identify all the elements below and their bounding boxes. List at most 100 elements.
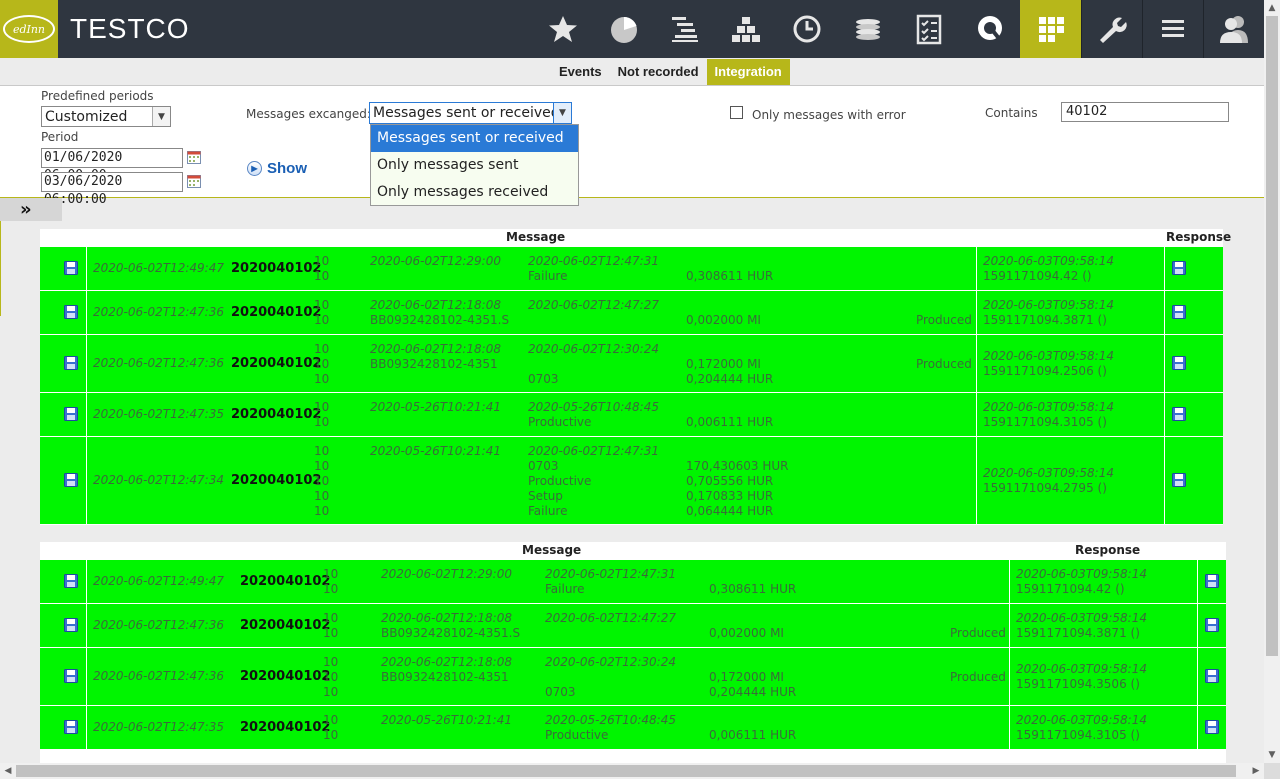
start-date: 2020-06-02T12:18:08 [370,342,501,356]
end-date: 2020-06-02T12:47:31 [545,567,676,581]
grid-icon[interactable] [1020,0,1081,58]
logo[interactable]: edInn [0,0,58,58]
scroll-up-icon[interactable]: ▲ [1264,0,1280,16]
dropdown-option[interactable]: Messages sent or received [371,125,578,152]
save-icon[interactable] [64,720,78,734]
tab-events[interactable]: Events [551,59,610,85]
timestamp: 2020-06-02T12:47:35 [93,720,224,734]
calendar-icon[interactable] [187,174,201,188]
table-row[interactable]: 2020-06-02T12:49:47 2020040102 10 10 2020-06… [40,559,1226,603]
coins-icon[interactable] [837,0,898,58]
date-from-input[interactable]: 01/06/2020 06:00:00 [41,148,183,183]
predefined-periods-select[interactable]: Customized ▼ [41,106,171,127]
save-icon[interactable] [1205,574,1219,588]
table-row[interactable]: 2020-06-02T12:49:47 2020040102 10 10 2020-06… [40,246,1223,290]
stack-icon[interactable] [715,0,776,58]
table-row[interactable]: 2020-06-02T12:47:35 2020040102 10 10 2020-05… [40,705,1226,749]
start-date: 2020-06-02T12:18:08 [381,611,512,625]
save-icon[interactable] [64,356,78,370]
quantity: 10 [314,415,330,429]
save-icon[interactable] [64,574,78,588]
pie-chart-icon[interactable] [593,0,654,58]
save-icon[interactable] [1172,407,1186,421]
checklist-icon[interactable] [898,0,959,58]
quantity: 10 [323,685,339,699]
predefined-periods-value: Customized [45,108,128,125]
save-icon[interactable] [1205,720,1219,734]
messages-table-1: Message Response 2020-06-02T12:49:47 2020… [40,229,1231,525]
order-number: 2020040102 [240,720,331,735]
timestamp: 2020-06-02T12:47:34 [93,473,224,487]
end-date: 2020-06-02T12:47:31 [528,444,659,458]
quantity: 10 [323,611,339,625]
end-date: 2020-06-02T12:47:27 [528,298,659,312]
quantity: 10 [314,504,330,518]
save-icon[interactable] [64,473,78,487]
event-type [545,670,676,685]
save-icon[interactable] [1205,618,1219,632]
save-icon[interactable] [64,618,78,632]
start-date: 2020-05-26T10:21:41 [370,444,501,458]
save-icon[interactable] [1172,261,1186,275]
response-date: 2020-06-03T09:58:14 [1016,611,1147,625]
event-type: Failure [528,504,568,518]
scroll-left-icon[interactable]: ◀ [0,763,16,779]
period-label: Period [41,130,79,144]
measured-value: 0,172000 MI [686,357,761,371]
measured-value: 0,170833 HUR [686,489,774,503]
measured-value: 0,006111 HUR [709,728,797,742]
wrench-icon[interactable] [1081,0,1142,58]
show-button[interactable]: ▶ Show [247,160,307,177]
date-to-input[interactable]: 03/06/2020 06:00:00 [41,172,183,207]
table-row[interactable]: 2020-06-02T12:47:35 2020040102 10 10 2020-05… [40,392,1223,436]
dropdown-option[interactable]: Only messages sent [371,152,578,179]
save-icon[interactable] [1205,669,1219,683]
reference: BB0932428102-4351.S [381,626,521,640]
scroll-right-icon[interactable]: ▶ [1248,763,1264,779]
save-icon[interactable] [64,669,78,683]
start-date: 2020-06-02T12:18:08 [370,298,501,312]
dropdown-option[interactable]: Only messages received [371,179,578,206]
save-icon[interactable] [1172,356,1186,370]
calendar-icon[interactable] [187,150,201,164]
table-row[interactable]: 2020-06-02T12:47:36 2020040102 10 10 2020-06… [40,290,1223,334]
save-icon[interactable] [1172,305,1186,319]
quantity: 10 [314,372,330,386]
star-icon[interactable] [532,0,593,58]
save-icon[interactable] [64,305,78,319]
message-column-header: Message [522,543,582,557]
tab-not-recorded[interactable]: Not recorded [610,59,707,85]
tab-integration[interactable]: Integration [706,59,790,85]
only-error-checkbox[interactable] [730,106,743,119]
clock-icon[interactable] [776,0,837,58]
table-row[interactable]: 2020-06-02T12:47:36 2020040102 10 10 2020-06… [40,603,1226,647]
vertical-scrollbar[interactable]: ▲ ▼ [1264,0,1280,763]
save-icon[interactable] [64,407,78,421]
main-nav [532,0,1264,58]
contains-input[interactable]: 40102 [1061,102,1229,122]
q-icon[interactable] [959,0,1020,58]
save-icon[interactable] [64,261,78,275]
users-icon[interactable] [1203,0,1264,58]
scroll-thumb[interactable] [1266,16,1278,656]
status-label [916,415,920,429]
status-label: Produced [916,357,972,371]
horizontal-scrollbar[interactable]: ◀ ▶ [0,763,1264,779]
scroll-thumb[interactable] [16,765,1236,777]
status-label [950,728,954,742]
expand-panel-button[interactable]: » [0,198,62,221]
table-row[interactable]: 2020-06-02T12:47:34 2020040102 10 10 10 10 10 2… [40,436,1223,524]
chevron-down-icon: ▼ [152,107,170,126]
table-row[interactable]: 2020-06-02T12:47:36 2020040102 10 10 10 2020-… [40,334,1223,392]
table-row[interactable]: 2020-06-02T12:47:36 2020040102 10 10 10 2020-… [40,647,1226,705]
save-icon[interactable] [1172,473,1186,487]
gantt-icon[interactable] [654,0,715,58]
timestamp: 2020-06-02T12:47:36 [93,305,224,319]
menu-icon[interactable] [1142,0,1203,58]
order-number: 2020040102 [231,356,322,371]
messages-exchanged-select[interactable]: Messages sent or received ▼ [369,102,572,124]
scroll-down-icon[interactable]: ▼ [1264,747,1280,763]
quantity: 10 [323,713,339,727]
contains-label: Contains [985,106,1038,120]
scroll-corner [1264,763,1280,779]
